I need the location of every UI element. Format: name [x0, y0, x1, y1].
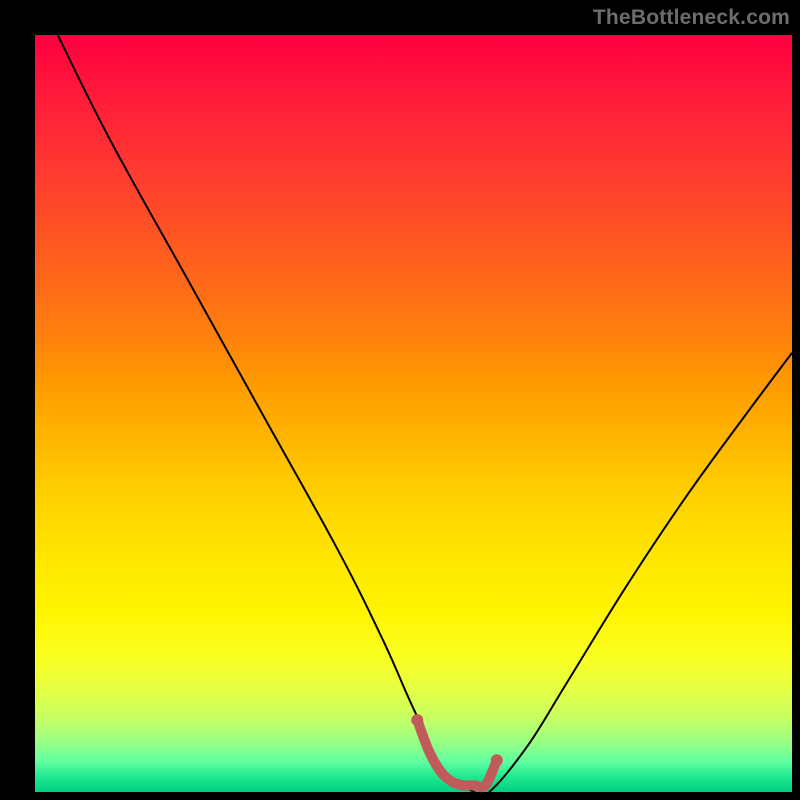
watermark-text: TheBottleneck.com: [593, 6, 790, 30]
curve-overlay: [35, 35, 792, 792]
muted-red-trough: [417, 720, 497, 787]
chart-frame: TheBottleneck.com: [0, 0, 800, 800]
thin-black-curve: [58, 35, 792, 797]
trough-start-dot: [411, 714, 423, 726]
trough-end-dot: [491, 754, 503, 766]
